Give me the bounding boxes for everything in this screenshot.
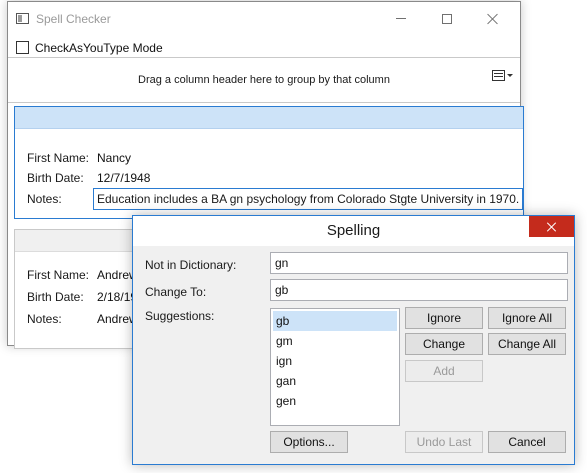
change-button[interactable]: Change — [405, 333, 483, 355]
close-icon — [487, 13, 499, 25]
maximize-button[interactable] — [424, 2, 470, 35]
column-chooser-icon — [492, 69, 505, 81]
undo-last-button[interactable]: Undo Last — [405, 431, 483, 453]
maximize-icon — [442, 13, 452, 24]
minimize-button[interactable] — [378, 2, 424, 35]
checkasyoutype-checkbox[interactable] — [16, 41, 29, 54]
suggestion-item[interactable]: ign — [273, 351, 397, 371]
close-icon — [547, 222, 557, 232]
suggestion-item[interactable]: gan — [273, 371, 397, 391]
add-button[interactable]: Add — [405, 360, 483, 382]
ignore-all-button[interactable]: Ignore All — [488, 307, 566, 329]
notes-label: Notes: — [27, 192, 62, 206]
record-card-header[interactable] — [15, 107, 523, 129]
suggestion-item[interactable]: gm — [273, 331, 397, 351]
notes-label: Notes: — [27, 312, 62, 326]
dialog-title-bar[interactable]: Spelling — [133, 216, 574, 246]
change-to-field[interactable] — [270, 279, 568, 301]
ignore-button[interactable]: Ignore — [405, 307, 483, 329]
not-in-dictionary-field[interactable] — [270, 252, 568, 274]
column-chooser-button[interactable] — [492, 68, 514, 82]
notes-editor[interactable]: Education includes a BA gn psychology fr… — [93, 188, 523, 210]
dialog-title: Spelling — [326, 222, 381, 239]
options-button[interactable]: Options... — [270, 431, 348, 453]
birth-date-label: Birth Date: — [27, 290, 84, 304]
change-to-label: Change To: — [145, 285, 207, 299]
change-all-button[interactable]: Change All — [488, 333, 566, 355]
group-panel[interactable]: Drag a column header here to group by th… — [8, 58, 520, 103]
birth-date-value[interactable]: 12/7/1948 — [97, 169, 150, 187]
first-name-label: First Name: — [27, 151, 90, 165]
minimize-icon — [396, 18, 406, 19]
spelling-dialog: Spelling Not in Dictionary: Change To: S… — [132, 215, 575, 465]
first-name-value[interactable]: Nancy — [97, 149, 131, 167]
dialog-close-button[interactable] — [529, 216, 574, 237]
checkasyoutype-option[interactable]: CheckAsYouType Mode — [16, 39, 163, 56]
first-name-label: First Name: — [27, 268, 90, 282]
checkasyoutype-label[interactable]: CheckAsYouType Mode — [35, 41, 163, 55]
suggestions-label: Suggestions: — [145, 309, 215, 323]
birth-date-label: Birth Date: — [27, 171, 84, 185]
chevron-down-icon — [507, 73, 513, 77]
title-bar[interactable]: Spell Checker — [8, 2, 520, 35]
close-button[interactable] — [470, 2, 516, 35]
cancel-button[interactable]: Cancel — [488, 431, 566, 453]
suggestion-item[interactable]: gb — [273, 311, 397, 331]
record-card[interactable]: First Name: Nancy Birth Date: 12/7/1948 … — [14, 106, 524, 219]
not-in-dictionary-label: Not in Dictionary: — [145, 258, 237, 272]
suggestion-item[interactable]: gen — [273, 391, 397, 411]
window-title: Spell Checker — [36, 12, 111, 26]
suggestions-list[interactable]: gb gm ign gan gen — [270, 308, 400, 426]
app-window-icon — [16, 13, 29, 24]
group-panel-hint: Drag a column header here to group by th… — [138, 74, 390, 86]
